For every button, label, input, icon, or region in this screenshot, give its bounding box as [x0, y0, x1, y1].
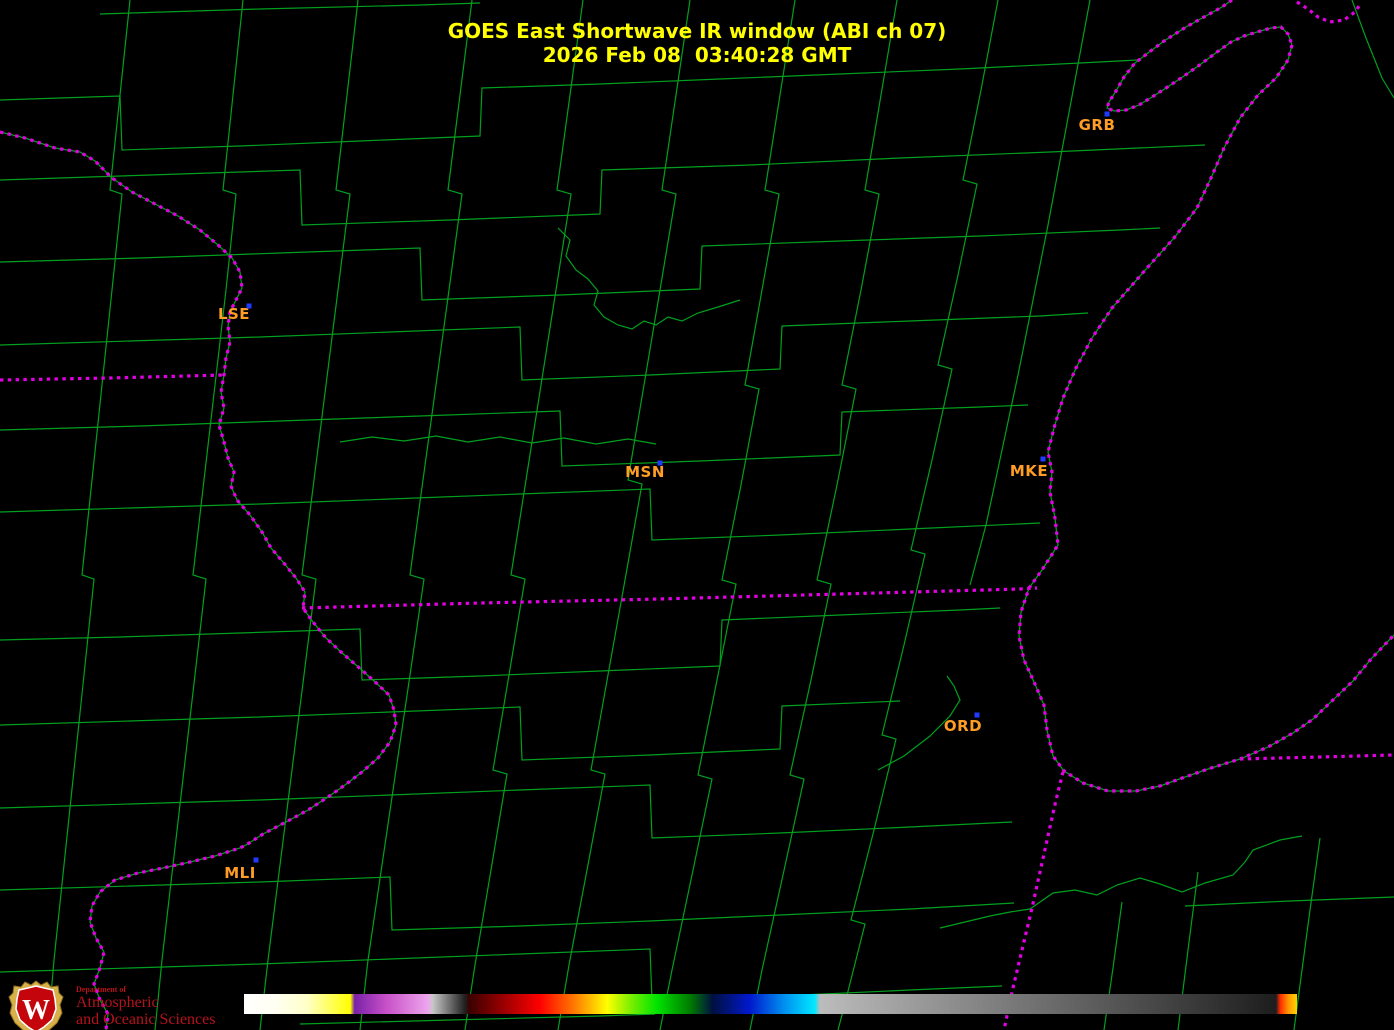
county-border-line	[340, 436, 656, 444]
logo-name-line1: Atmospheric	[76, 994, 215, 1011]
county-border-line	[0, 785, 1012, 838]
crest-letter: W	[22, 995, 50, 1026]
station-dot-LSE	[247, 304, 252, 309]
station-dot-MSN	[658, 461, 663, 466]
station-label-GRB: GRB	[1079, 116, 1116, 134]
state-border-line	[1019, 45, 1394, 791]
map-canvas	[0, 0, 1394, 1030]
state-border-line	[1004, 772, 1063, 1030]
county-border-line	[360, 0, 472, 1030]
state-border-line	[302, 588, 1037, 608]
logo-dept-line: Department of	[76, 985, 215, 994]
image-title: GOES East Shortwave IR window (ABI ch 07…	[0, 19, 1394, 67]
logo-name-line2: and Oceanic Sciences	[76, 1011, 215, 1028]
county-border-line	[0, 701, 900, 760]
county-border-line	[970, 0, 1090, 585]
title-line2: 2026 Feb 08 03:40:28 GMT	[543, 43, 852, 67]
county-border-line	[0, 608, 1000, 680]
state-border-line	[1240, 755, 1394, 759]
station-label-ORD: ORD	[944, 717, 982, 735]
county-border-line	[1019, 45, 1394, 791]
county-border-line	[558, 228, 740, 329]
station-label-MKE: MKE	[1010, 462, 1048, 480]
county-border-line	[0, 405, 1028, 466]
state-border-line	[0, 132, 396, 1030]
county-border-line	[1185, 897, 1394, 906]
county-border-line	[660, 0, 795, 1030]
county-border-line	[48, 0, 130, 1030]
county-border-line	[0, 313, 1088, 380]
station-dot-GRB	[1105, 112, 1110, 117]
temperature-colorbar	[244, 994, 1297, 1014]
county-border-line	[465, 0, 583, 1030]
station-dot-MKE	[1041, 457, 1046, 462]
county-border-line	[750, 0, 897, 1030]
logo-text: Department of Atmospheric and Oceanic Sc…	[76, 979, 215, 1028]
county-border-line	[1294, 838, 1320, 1030]
station-label-LSE: LSE	[218, 305, 250, 323]
state-border-line	[0, 375, 224, 380]
county-border-line	[100, 3, 480, 14]
county-border-line	[260, 0, 358, 1030]
station-label-MLI: MLI	[224, 864, 256, 882]
station-label-MSN: MSN	[625, 463, 665, 481]
county-border-line	[0, 132, 396, 1030]
uw-crest-icon: W	[8, 979, 64, 1030]
county-border-line	[0, 228, 1160, 300]
uw-aos-logo: W Department of Atmospheric and Oceanic …	[8, 979, 215, 1030]
county-border-line	[300, 1014, 655, 1024]
station-dot-ORD	[975, 713, 980, 718]
county-border-line	[0, 145, 1205, 225]
title-line1: GOES East Shortwave IR window (ABI ch 07…	[448, 19, 947, 43]
county-border-line	[940, 836, 1302, 928]
county-border-line	[558, 0, 690, 1030]
satellite-image-frame: GOES East Shortwave IR window (ABI ch 07…	[0, 0, 1394, 1030]
station-dot-MLI	[254, 858, 259, 863]
county-border-line	[0, 877, 1014, 930]
